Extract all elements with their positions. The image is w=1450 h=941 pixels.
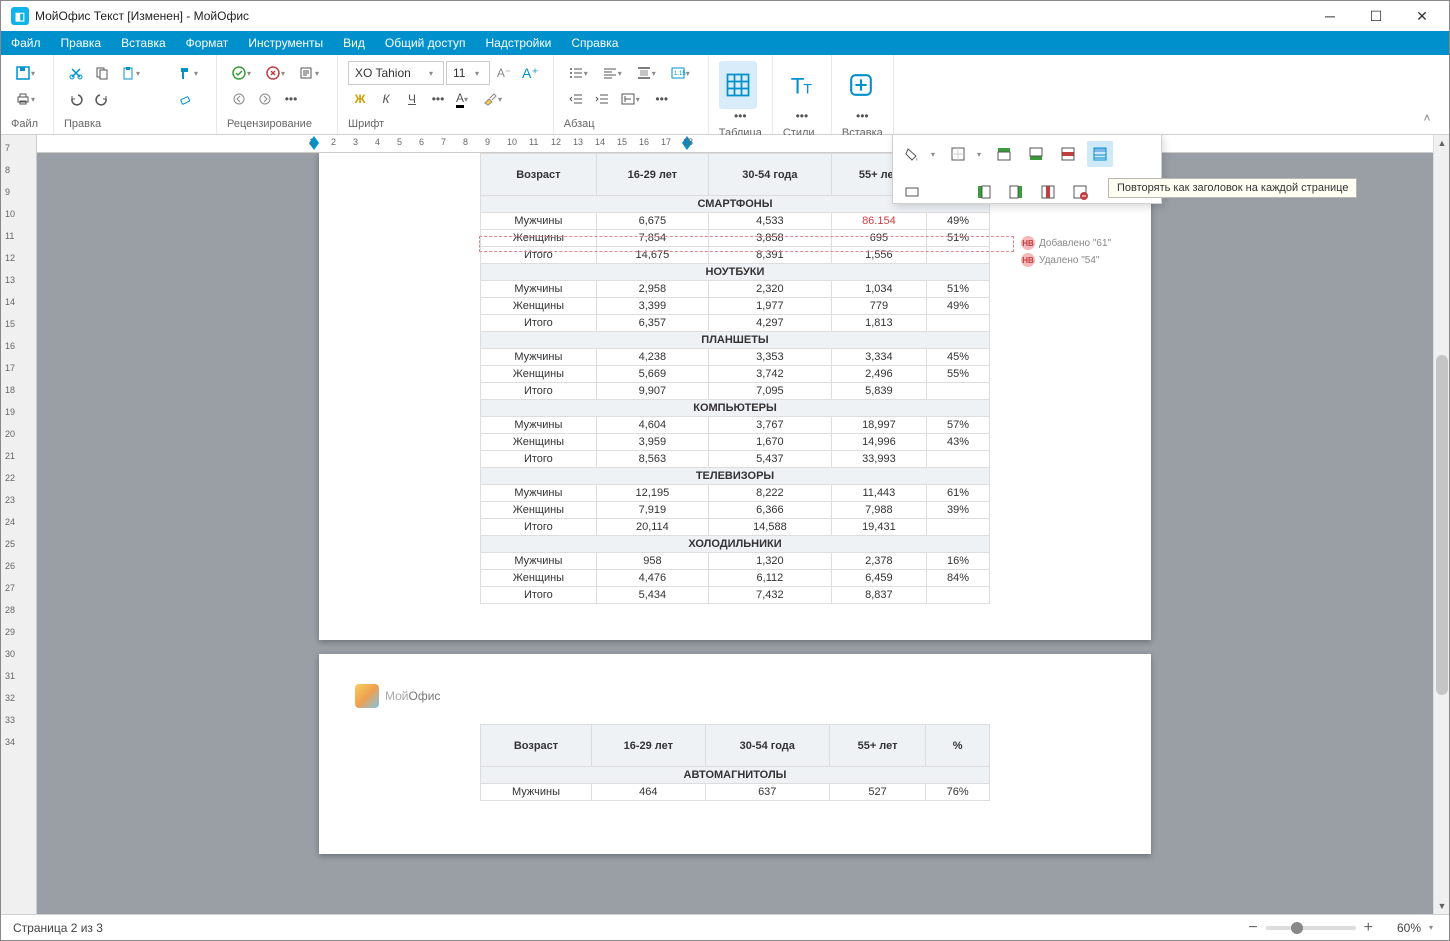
reject-change-button[interactable]: ▾ — [261, 61, 293, 85]
ribbon-group-label: Шрифт — [348, 114, 543, 134]
styles-button[interactable]: TT — [783, 61, 821, 109]
change-tracking-highlight — [479, 236, 1014, 252]
review-mode-button[interactable]: ▾ — [295, 61, 327, 85]
underline-button[interactable]: Ч — [400, 87, 424, 111]
menu-вид[interactable]: Вид — [333, 31, 375, 55]
menu-надстройки[interactable]: Надстройки — [475, 31, 561, 55]
print-button[interactable]: ▾ — [11, 87, 43, 111]
align-button[interactable]: ▾ — [598, 61, 630, 85]
review-more-button[interactable]: ••• — [279, 87, 303, 111]
page-header-logo: МойОфис — [355, 654, 1115, 724]
ribbon-group-label: Файл — [11, 114, 43, 134]
maximize-button[interactable]: ☐ — [1353, 1, 1399, 31]
shrink-font-button[interactable]: A⁻ — [492, 61, 516, 85]
titlebar: ◧ МойОфис Текст [Изменен] - МойОфис ─ ☐ … — [1, 1, 1449, 31]
accept-change-button[interactable]: ▾ — [227, 61, 259, 85]
document-page: Возраст16-29 лет30-54 года55+ лет%СМАРТФ… — [319, 153, 1151, 640]
delete-row-button[interactable] — [1055, 141, 1081, 167]
change-added-label[interactable]: НВДобавлено "61" — [1021, 236, 1111, 250]
grow-font-button[interactable]: A⁺ — [518, 61, 543, 85]
menu-инструменты[interactable]: Инструменты — [238, 31, 333, 55]
borders-button[interactable] — [945, 141, 971, 167]
next-change-button[interactable] — [253, 87, 277, 111]
highlight-button[interactable]: ▾ — [478, 87, 510, 111]
increase-indent-button[interactable] — [590, 87, 614, 111]
change-removed-label[interactable]: НВУдалено "54" — [1021, 253, 1099, 267]
menu-общий доступ[interactable]: Общий доступ — [375, 31, 476, 55]
insert-button[interactable] — [842, 61, 880, 109]
insert-col-right-button[interactable] — [1003, 179, 1029, 205]
bullet-list-button[interactable]: ▾ — [564, 61, 596, 85]
data-table[interactable]: Возраст16-29 лет30-54 года55+ лет%СМАРТФ… — [480, 153, 990, 604]
vertical-scrollbar[interactable]: ▲ ▼ — [1433, 135, 1449, 914]
ribbon-group-label: Правка — [64, 114, 206, 134]
collapse-ribbon-button[interactable]: ˄ — [1417, 108, 1437, 128]
font-color-button[interactable]: A▾ — [452, 87, 476, 111]
menu-справка[interactable]: Справка — [561, 31, 628, 55]
insert-more-button[interactable]: ••• — [850, 109, 874, 123]
format-painter-button[interactable]: ▾ — [174, 61, 206, 85]
document-page: МойОфис Возраст16-29 лет30-54 года55+ ле… — [319, 654, 1151, 854]
menubar: ФайлПравкаВставкаФорматИнструментыВидОбщ… — [1, 31, 1449, 55]
page-indicator[interactable]: Страница 2 из 3 — [13, 921, 103, 935]
font-more-button[interactable]: ••• — [426, 87, 450, 111]
paragraph-more-button[interactable]: ••• — [650, 87, 674, 111]
window-title: МойОфис Текст [Изменен] - МойОфис — [35, 9, 249, 23]
menu-файл[interactable]: Файл — [1, 31, 51, 55]
insert-col-left-button[interactable] — [971, 179, 997, 205]
insert-row-above-button[interactable] — [991, 141, 1017, 167]
ribbon-group-label: Рецензирование — [227, 114, 327, 134]
delete-col-button[interactable] — [1035, 179, 1061, 205]
paste-button[interactable]: ▾ — [116, 61, 148, 85]
menu-вставка[interactable]: Вставка — [111, 31, 176, 55]
zoom-in-button[interactable]: + — [1364, 919, 1373, 937]
ribbon-group-label: Абзац — [564, 114, 698, 134]
table-more-button[interactable]: ••• — [728, 109, 752, 123]
ribbon: ▾ ▾ Файл ▾ — [1, 55, 1449, 135]
svg-text:T: T — [803, 80, 812, 96]
prev-change-button[interactable] — [227, 87, 251, 111]
line-spacing-button[interactable]: 1.15▾ — [666, 61, 698, 85]
undo-button[interactable] — [64, 87, 88, 111]
save-button[interactable]: ▾ — [11, 61, 43, 85]
zoom-dropdown[interactable]: ▾ — [1429, 923, 1437, 932]
vertical-ruler: 7891011121314151617181920212223242526272… — [1, 135, 37, 914]
horizontal-ruler: 123456789101112131415161718 — [37, 135, 1433, 153]
menu-правка[interactable]: Правка — [51, 31, 112, 55]
delete-table-button[interactable] — [1067, 179, 1093, 205]
redo-button[interactable] — [90, 87, 114, 111]
minimize-button[interactable]: ─ — [1307, 1, 1353, 31]
decrease-indent-button[interactable] — [564, 87, 588, 111]
insert-row-below-button[interactable] — [1023, 141, 1049, 167]
valign-button[interactable]: ▾ — [632, 61, 664, 85]
document-scroll-area[interactable]: Возраст16-29 лет30-54 года55+ лет%СМАРТФ… — [37, 153, 1433, 914]
cut-button[interactable] — [64, 61, 88, 85]
bold-button[interactable]: Ж — [348, 87, 372, 111]
font-size-select[interactable]: 11▾ — [446, 61, 490, 85]
zoom-value[interactable]: 60% — [1381, 921, 1421, 935]
table-button[interactable] — [719, 61, 757, 109]
menu-формат[interactable]: Формат — [176, 31, 239, 55]
tab-stop-button[interactable]: ▾ — [616, 87, 648, 111]
eraser-button[interactable] — [174, 87, 198, 111]
statusbar: Страница 2 из 3 − + 60% ▾ — [1, 914, 1449, 940]
cell-fill-button[interactable] — [899, 141, 925, 167]
data-table[interactable]: Возраст16-29 лет30-54 года55+ лет%АВТОМА… — [480, 724, 990, 801]
font-name-select[interactable]: XO Tahion▾ — [348, 61, 444, 85]
svg-text:1.15: 1.15 — [674, 71, 686, 77]
tooltip: Повторять как заголовок на каждой страни… — [1108, 178, 1357, 198]
merge-cells-button[interactable] — [899, 179, 925, 205]
zoom-slider[interactable] — [1266, 926, 1356, 930]
italic-button[interactable]: К — [374, 87, 398, 111]
close-button[interactable]: ✕ — [1399, 1, 1445, 31]
copy-button[interactable] — [90, 61, 114, 85]
repeat-header-button[interactable] — [1087, 141, 1113, 167]
zoom-out-button[interactable]: − — [1248, 919, 1257, 937]
app-icon: ◧ — [11, 7, 29, 25]
styles-more-button[interactable]: ••• — [790, 109, 814, 123]
